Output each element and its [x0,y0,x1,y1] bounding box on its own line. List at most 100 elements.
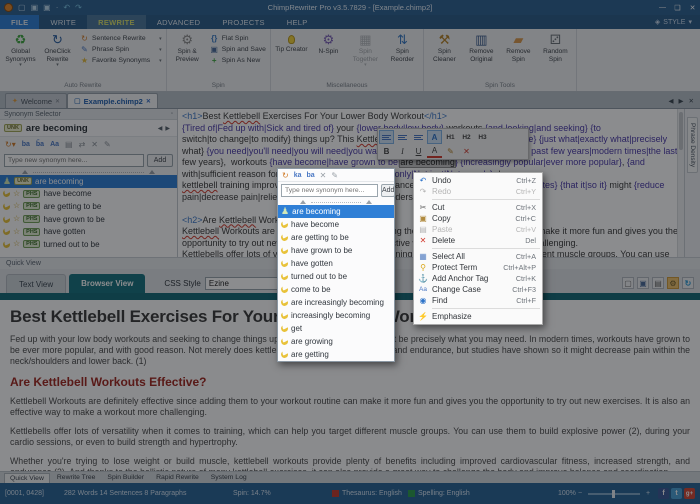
case-icon[interactable]: ka [294,172,302,179]
popup-synonym-item[interactable]: are getting to be [278,231,394,244]
menu-item-find[interactable]: ◉FindCtrl+F [414,295,542,306]
context-menu: ↶UndoCtrl+Z↷RedoCtrl+Y✂CutCtrl+X▣CopyCtr… [413,172,543,325]
popup-toolbar: ↻ ka ba ✕ ✎ [278,169,394,182]
synonym-text: are getting to be [291,233,349,242]
banana-icon [280,233,289,242]
banana-icon [280,298,289,307]
popup-synonym-item[interactable]: are growing [278,335,394,348]
menu-shortcut: Ctrl+F [516,296,536,305]
menu-item-cut[interactable]: ✂CutCtrl+X [414,202,542,213]
cut-icon: ✂ [414,203,432,212]
menu-item-label: Copy [432,214,515,223]
popup-synonym-item[interactable]: increasingly becoming [278,309,394,322]
menu-shortcut: Ctrl+F3 [512,285,536,294]
menu-shortcut: Ctrl+V [516,225,536,234]
menu-shortcut: Ctrl+X [516,203,536,212]
banana-icon [280,272,289,281]
synonym-text: increasingly becoming [291,311,370,320]
select-all-icon: ▦ [414,252,432,261]
menu-item-copy[interactable]: ▣CopyCtrl+C [414,213,542,224]
menu-shortcut: Ctrl+Alt+P [503,263,536,272]
anchor-icon: ⚓ [414,274,432,283]
menu-item-emphasize[interactable]: ⚡Emphasize [414,311,542,322]
menu-item-label: Cut [432,203,516,212]
find-icon: ◉ [414,296,432,305]
menu-shortcut: Del [525,236,536,245]
menu-item-label: Emphasize [432,312,536,321]
menu-item-label: Find [432,296,516,305]
delete-icon: ✕ [414,236,432,245]
banana-icon [280,246,289,255]
menu-item-label: Protect Term [432,263,503,272]
synonym-text: are increasingly becoming [291,298,384,307]
synonym-text: get [291,324,302,333]
menu-separator [432,308,540,309]
popup-synonym-list: ♟are becoming have become are getting to b… [278,205,394,361]
menu-item-delete[interactable]: ✕DeleteDel [414,235,542,246]
popup-synonym-item[interactable]: have gotten [278,257,394,270]
banana-icon [280,285,289,294]
menu-shortcut: Ctrl+C [515,214,536,223]
menu-item-label: Redo [432,187,516,196]
menu-item-add-anchor-tag[interactable]: ⚓Add Anchor TagCtrl+K [414,273,542,284]
edit-icon[interactable]: ✎ [331,171,338,180]
synonym-text: have become [291,220,339,229]
popup-synonym-item[interactable]: ♟are becoming [278,205,394,218]
banana-icon [280,220,289,229]
popup-synonym-item[interactable]: have grown to be [278,244,394,257]
menu-item-label: Change Case [432,285,512,294]
menu-shortcut: Ctrl+Z [516,176,536,185]
menu-item-change-case[interactable]: AaChange CaseCtrl+F3 [414,284,542,295]
synonym-text: are becoming [292,207,340,216]
popup-synonym-item[interactable]: are getting [278,348,394,361]
popup-synonym-item[interactable]: come to be [278,283,394,296]
redo-icon: ↷ [414,187,432,196]
menu-item-select-all[interactable]: ▦Select AllCtrl+A [414,251,542,262]
paste-icon: ▤ [414,225,432,234]
synonym-text: are growing [291,337,333,346]
banana-icon [280,259,289,268]
banana-icon [280,324,289,333]
menu-item-label: Delete [432,236,525,245]
protect-term-icon: ⚲ [414,263,432,272]
person-icon: ♟ [281,207,289,216]
popup-synonym-item[interactable]: have become [278,218,394,231]
popup-add-button[interactable]: Add [381,184,395,197]
chimprewriter-window: ▢ ▣ ▣ · ↶ ↷ ChimpRewriter Pro v3.5.7829 … [0,0,700,504]
menu-item-label: Add Anchor Tag [432,274,516,283]
emphasize-icon: ⚡ [414,312,432,321]
popup-synonym-item[interactable]: are increasingly becoming [278,296,394,309]
menu-item-label: Undo [432,176,516,185]
banana-icon [280,311,289,320]
menu-shortcut: Ctrl+A [516,252,536,261]
banana-icon [280,337,289,346]
menu-shortcut: Ctrl+Y [516,187,536,196]
copy-icon: ▣ [414,214,432,223]
menu-item-redo[interactable]: ↷RedoCtrl+Y [414,186,542,197]
popup-new-synonym-input[interactable] [281,184,378,197]
menu-shortcut: Ctrl+K [516,274,536,283]
synonym-text: are getting [291,350,329,359]
undo-icon: ↶ [414,176,432,185]
popup-synonym-item[interactable]: turned out to be [278,270,394,283]
synonym-text: have gotten [291,259,333,268]
spin-icon[interactable]: ↻ [282,171,289,180]
banana-icon [280,350,289,359]
menu-item-label: Select All [432,252,516,261]
menu-separator [432,248,540,249]
menu-item-undo[interactable]: ↶UndoCtrl+Z [414,175,542,186]
synonym-text: have grown to be [291,246,352,255]
synonym-text: turned out to be [291,272,347,281]
case-icon[interactable]: ba [307,172,315,179]
scroll-up-icon[interactable] [300,200,306,204]
menu-item-label: Paste [432,225,516,234]
menu-item-paste[interactable]: ▤PasteCtrl+V [414,224,542,235]
synonym-text: come to be [291,285,331,294]
menu-separator [432,199,540,200]
synonym-popup: ↻ ka ba ✕ ✎ Add ♟are becoming have become… [277,168,395,362]
change-case-icon: Aa [414,286,432,293]
menu-item-protect-term[interactable]: ⚲Protect TermCtrl+Alt+P [414,262,542,273]
remove-icon[interactable]: ✕ [320,171,327,180]
scroll-up-icon[interactable] [366,200,372,204]
popup-synonym-item[interactable]: get [278,322,394,335]
